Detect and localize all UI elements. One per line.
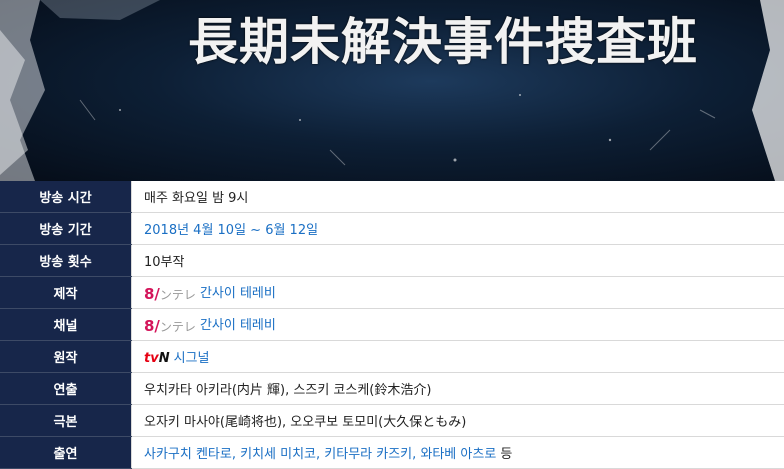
row-label: 채널 <box>0 308 132 341</box>
table-row: 제작 8/ンテレ 간사이 테레비 <box>0 276 784 309</box>
producer-link[interactable]: 간사이 테레비 <box>200 286 276 301</box>
row-label: 방송 시간 <box>0 181 132 213</box>
table-row: 극본 오자키 마사야(尾崎将也), 오오쿠보 토모미(大久保ともみ) <box>0 404 784 437</box>
row-value: 매주 화요일 밤 9시 <box>131 181 784 213</box>
row-value: 10부작 <box>131 244 784 277</box>
row-label: 연출 <box>0 372 132 405</box>
kansai-tv-logo: 8/ンテレ <box>144 284 196 303</box>
kansai-tv-logo: 8/ンテレ <box>144 316 196 335</box>
table-row: 방송 횟수 10부작 <box>0 244 784 277</box>
table-row: 방송 기간 2018년 4월 10일 ~ 6월 12일 <box>0 212 784 245</box>
original-work-link[interactable]: 시그널 <box>174 351 210 366</box>
cast-suffix: 등 <box>496 447 513 462</box>
tvn-logo: tvN <box>144 351 170 366</box>
table-row: 원작 tvN 시그널 <box>0 340 784 373</box>
title-banner: 長期未解決事件捜査班 <box>0 0 784 181</box>
broadcast-period-link[interactable]: 2018년 4월 10일 ~ 6월 12일 <box>144 223 318 238</box>
row-label: 제작 <box>0 276 132 309</box>
table-row: 방송 시간 매주 화요일 밤 9시 <box>0 181 784 213</box>
row-label: 극본 <box>0 404 132 437</box>
broadcast-info-table: 방송 시간 매주 화요일 밤 9시 방송 기간 2018년 4월 10일 ~ 6… <box>0 181 784 469</box>
row-label: 원작 <box>0 340 132 373</box>
table-row: 출연 사카구치 켄타로, 키치세 미치코, 키타무라 카즈키, 와타베 아츠로 … <box>0 436 784 469</box>
row-value: 오자키 마사야(尾崎将也), 오오쿠보 토모미(大久保ともみ) <box>131 404 784 437</box>
table-row: 채널 8/ンテレ 간사이 테레비 <box>0 308 784 341</box>
cast-links[interactable]: 사카구치 켄타로, 키치세 미치코, 키타무라 카즈키, 와타베 아츠로 <box>144 447 496 462</box>
banner-title: 長期未解決事件捜査班 <box>188 12 698 71</box>
row-value: 우치카타 아키라(内片 輝), 스즈키 코스케(鈴木浩介) <box>131 372 784 405</box>
row-label: 출연 <box>0 436 132 469</box>
channel-link[interactable]: 간사이 테레비 <box>200 318 276 333</box>
row-label: 방송 횟수 <box>0 244 132 277</box>
row-label: 방송 기간 <box>0 212 132 245</box>
table-row: 연출 우치카타 아키라(内片 輝), 스즈키 코스케(鈴木浩介) <box>0 372 784 405</box>
